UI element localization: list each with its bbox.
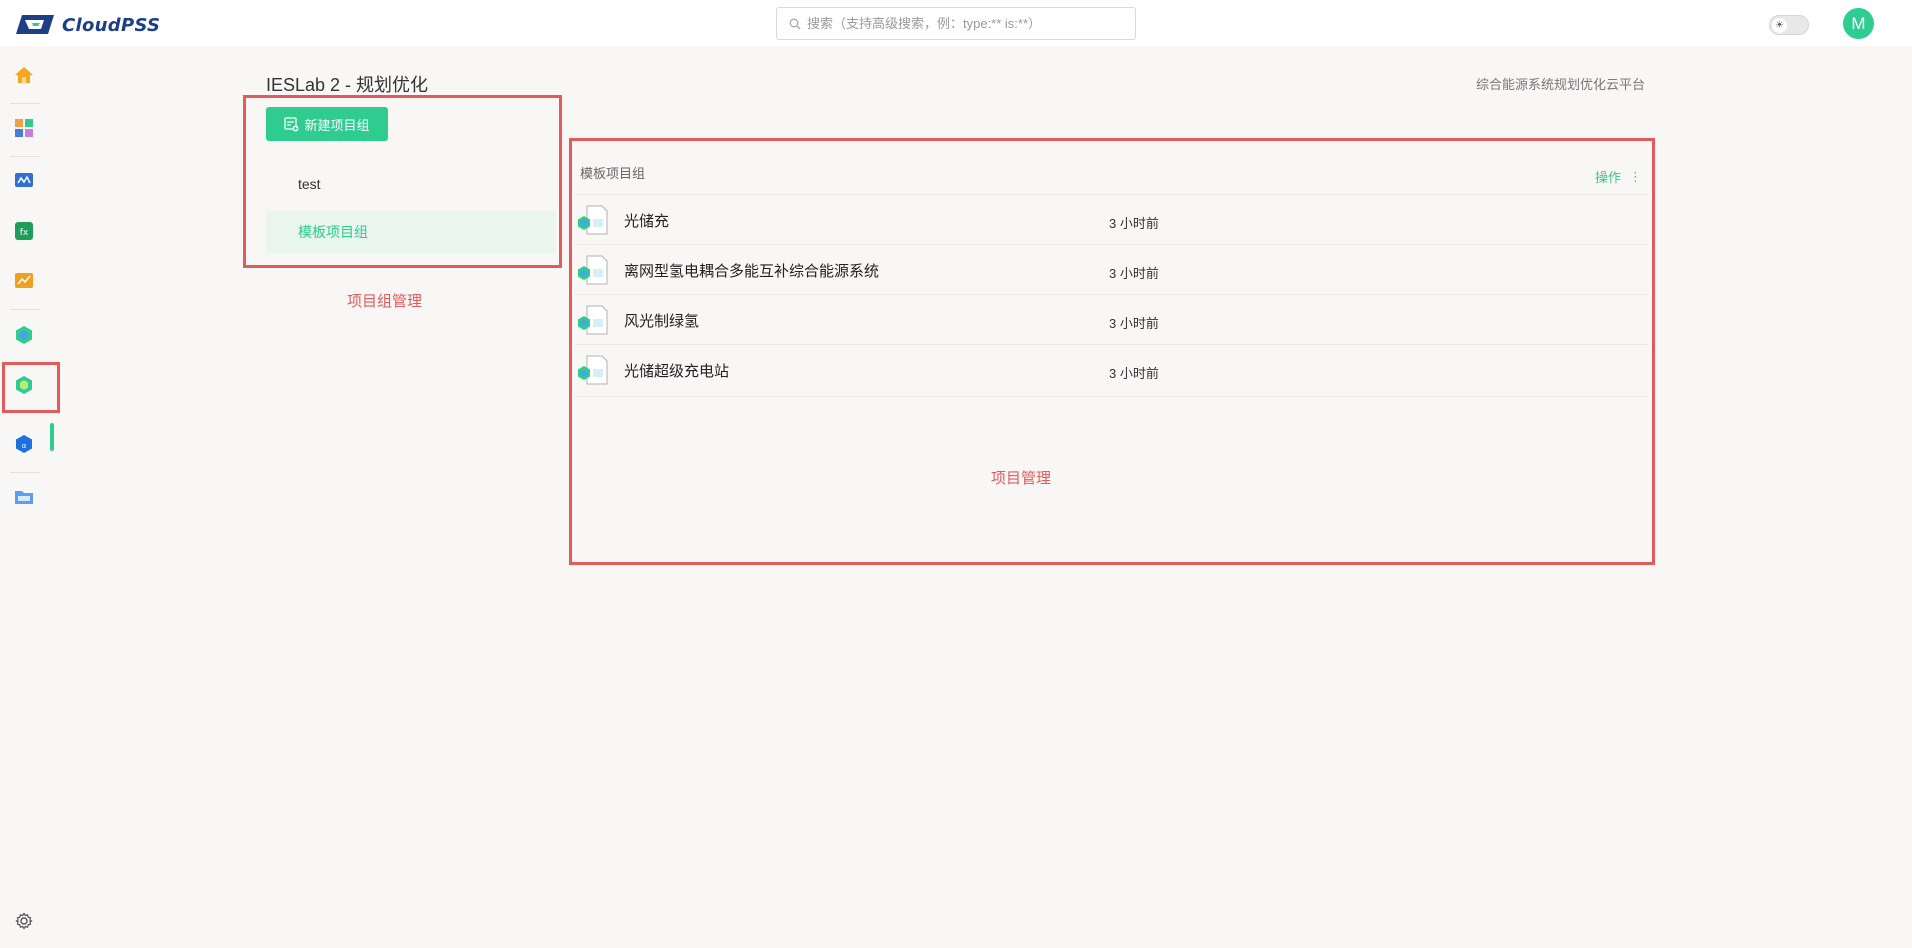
table-bottom-divider: [575, 396, 1649, 397]
group-item-template[interactable]: 模板项目组: [266, 211, 556, 253]
active-nav-indicator: [50, 423, 54, 451]
ieslab-icon[interactable]: [13, 324, 35, 346]
group-item-label: test: [298, 176, 321, 192]
project-row[interactable]: 光储超级充电站 3 小时前: [575, 344, 1649, 394]
project-name: 风光制绿氢: [624, 313, 700, 330]
new-group-button[interactable]: 新建项目组: [266, 107, 388, 141]
svg-text:fx: fx: [20, 228, 29, 238]
group-item-label: 模板项目组: [298, 224, 368, 240]
project-group-name: 模板项目组: [580, 166, 646, 181]
add-group-icon: [284, 116, 299, 131]
new-group-label: 新建项目组: [304, 117, 370, 133]
cloudpss-logo[interactable]: CloudPSS: [14, 12, 160, 38]
project-row[interactable]: 离网型氢电耦合多能互补综合能源系统 3 小时前: [575, 244, 1649, 294]
annotation-project-management: 项目管理: [991, 470, 1052, 487]
sidebar: fx α: [0, 46, 54, 948]
project-file-icon: [578, 355, 608, 385]
search-box[interactable]: [776, 7, 1136, 40]
project-time: 3 小时前: [1109, 366, 1159, 381]
simulation-icon[interactable]: [13, 170, 35, 192]
analysis-icon[interactable]: [13, 270, 35, 292]
project-file-icon: [578, 205, 608, 235]
svg-text:α: α: [22, 442, 27, 450]
group-item-test[interactable]: test: [266, 163, 556, 205]
home-icon[interactable]: [13, 64, 35, 86]
gear-icon[interactable]: [15, 912, 33, 930]
project-file-icon: [578, 305, 608, 335]
project-file-icon: [578, 255, 608, 285]
cube-app-icon[interactable]: α: [13, 433, 35, 455]
theme-toggle[interactable]: ☀: [1769, 15, 1809, 35]
search-icon: [789, 18, 801, 29]
folder-icon[interactable]: [13, 486, 35, 508]
project-row[interactable]: 风光制绿氢 3 小时前: [575, 294, 1649, 344]
project-time: 3 小时前: [1109, 316, 1159, 331]
sun-icon: ☀: [1772, 18, 1787, 33]
logo-text: CloudPSS: [62, 14, 161, 36]
project-row[interactable]: 光储充 3 小时前: [575, 194, 1649, 244]
page-title: IESLab 2 - 规划优化: [266, 75, 429, 95]
cloudpss-logo-icon: [16, 15, 54, 34]
project-name: 光储充: [624, 213, 670, 230]
more-vertical-icon: ⋮: [1629, 168, 1643, 184]
function-icon[interactable]: fx: [13, 220, 35, 242]
project-time: 3 小时前: [1109, 216, 1159, 231]
project-name: 光储超级充电站: [624, 363, 730, 380]
project-time: 3 小时前: [1109, 266, 1159, 281]
user-avatar[interactable]: M: [1843, 8, 1874, 39]
project-name: 离网型氢电耦合多能互补综合能源系统: [624, 263, 880, 280]
top-bar: CloudPSS ☀ M: [0, 0, 1912, 46]
annotation-group-management: 项目组管理: [347, 293, 423, 310]
apps-icon[interactable]: [13, 117, 35, 139]
ieslab-planning-icon[interactable]: [13, 374, 35, 396]
operations-menu[interactable]: 操作 ⋮: [1595, 167, 1642, 186]
page-subtitle: 综合能源系统规划优化云平台: [1475, 77, 1645, 92]
operations-label: 操作: [1595, 170, 1622, 185]
search-input[interactable]: [807, 16, 1127, 31]
